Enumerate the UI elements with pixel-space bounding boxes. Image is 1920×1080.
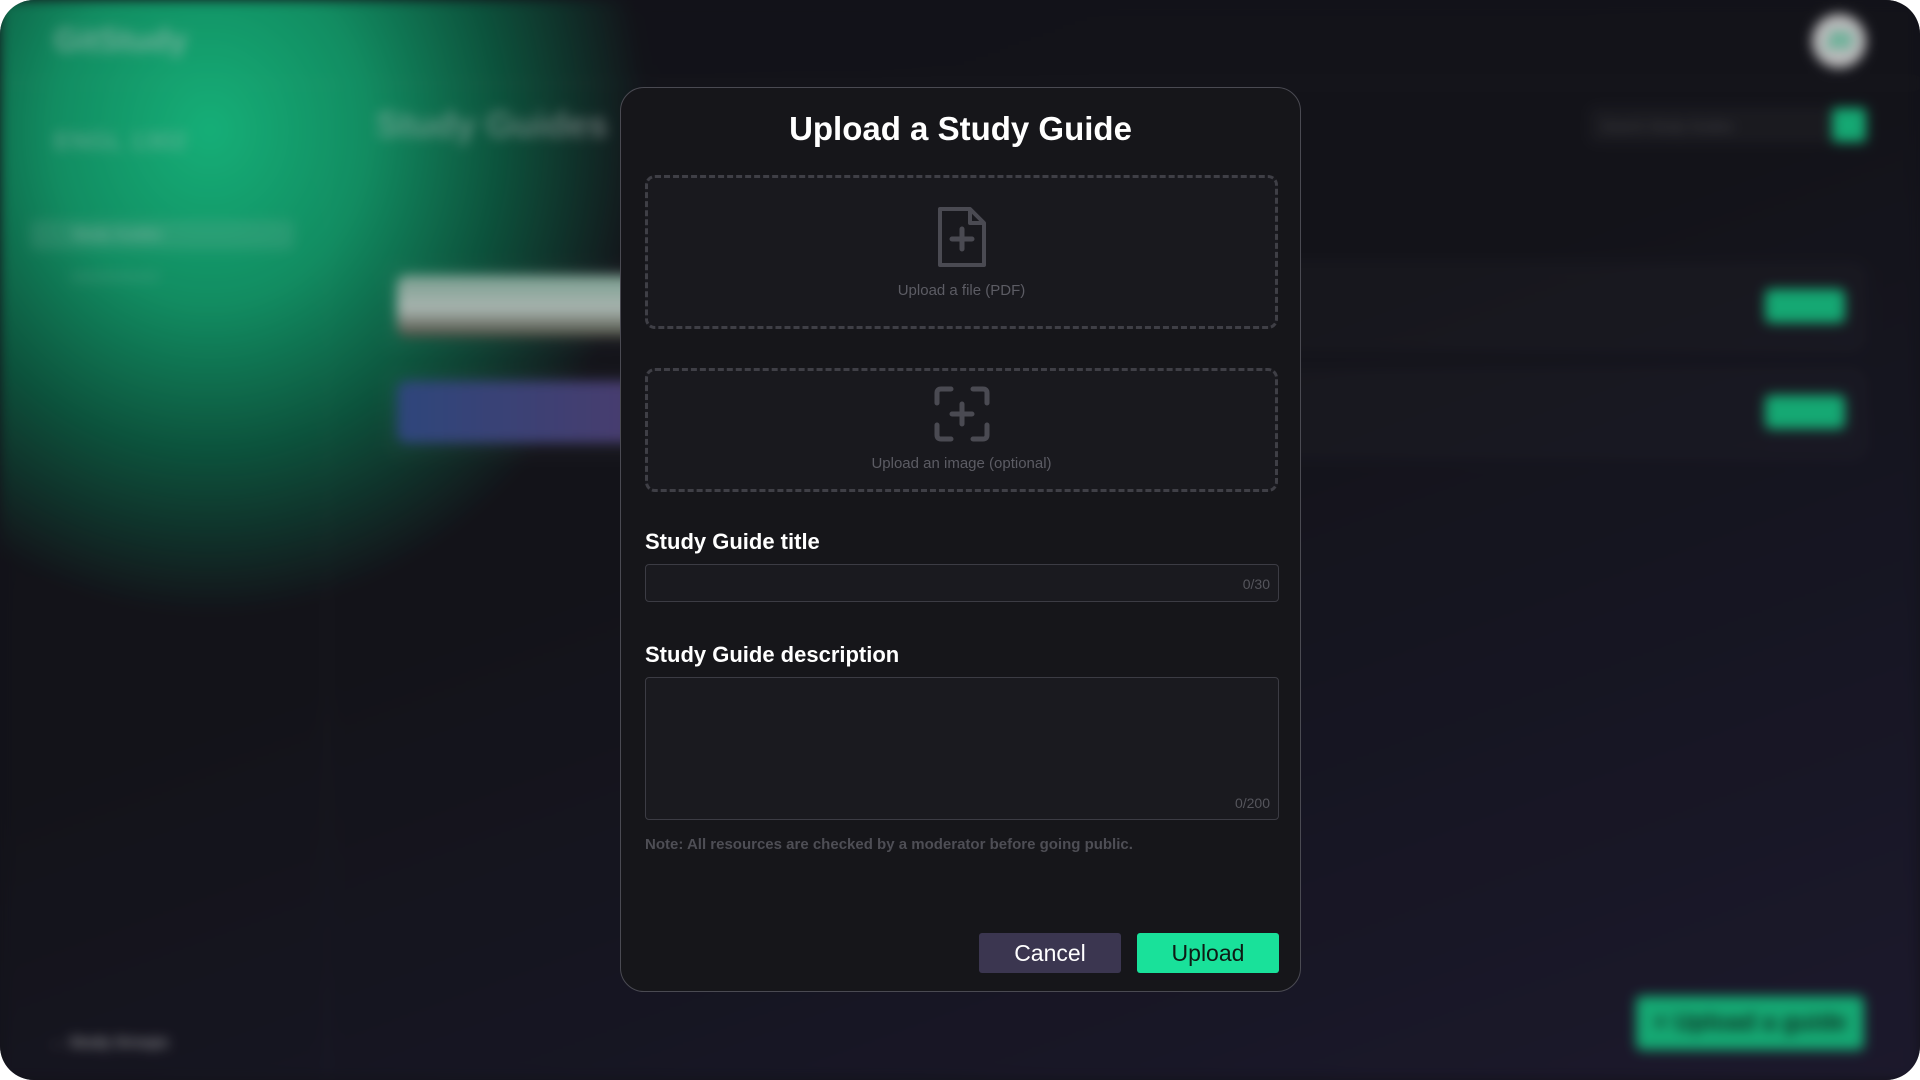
file-dropzone[interactable]: Upload a file (PDF) xyxy=(645,175,1278,329)
upload-button[interactable]: Upload xyxy=(1137,933,1279,973)
title-input[interactable]: 0/30 xyxy=(645,564,1279,602)
upload-modal: Upload a Study Guide Upload a file (PDF)… xyxy=(620,87,1301,992)
file-plus-icon xyxy=(937,207,986,267)
title-field-label: Study Guide title xyxy=(645,529,820,554)
modal-title: Upload a Study Guide xyxy=(789,110,1132,147)
description-char-counter: 0/200 xyxy=(1234,795,1270,811)
image-dropzone[interactable]: Upload an image (optional) xyxy=(645,368,1278,492)
cancel-button[interactable]: Cancel xyxy=(979,933,1121,973)
image-dropzone-label: Upload an image (optional) xyxy=(871,455,1052,472)
description-textarea[interactable]: 0/200 xyxy=(645,677,1279,820)
image-plus-icon xyxy=(934,386,989,442)
file-dropzone-label: Upload a file (PDF) xyxy=(897,282,1026,299)
title-char-counter: 0/30 xyxy=(1242,576,1270,592)
description-field-label: Study Guide description xyxy=(645,642,900,667)
app-window: GitStudy ENGL 1302 Study Guides ← Study … xyxy=(0,0,1920,1080)
moderation-note: Note: All resources are checked by a mod… xyxy=(645,836,1133,853)
